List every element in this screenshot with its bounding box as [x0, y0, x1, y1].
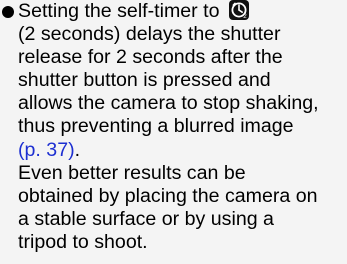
paragraph2-line4: tripod to shoot.: [18, 230, 148, 253]
paragraph1-line4: shutter button is pressed and: [18, 69, 271, 92]
paragraph1-line5: allows the camera to stop shaking,: [18, 92, 319, 115]
paragraph1-line6: thus preventing a blurred image: [18, 115, 294, 138]
bullet-icon: [2, 6, 14, 18]
page-link[interactable]: (p. 37): [18, 139, 75, 161]
paragraph2-line1: Even better results can be: [18, 161, 246, 184]
paragraph1-line1: Setting the self-timer to 2: [18, 0, 345, 23]
paragraph2-line2: obtained by placing the camera on: [18, 184, 318, 207]
paragraph1-line1-text: Setting the self-timer to: [18, 0, 220, 22]
svg-text:2: 2: [243, 13, 247, 20]
self-timer-icon: 2: [228, 0, 249, 20]
note-text: Setting the self-timer to 2 (2 seconds) …: [18, 0, 345, 254]
paragraph1-link-suffix: .: [74, 138, 81, 161]
paragraph1-line2: (2 seconds) delays the shutter: [18, 23, 281, 46]
paragraph1-link-line: (p. 37).: [18, 139, 345, 162]
paragraph1-line3: release for 2 seconds after the: [18, 46, 283, 69]
paragraph2-line3: a stable surface or by using a: [18, 207, 274, 230]
note-box: Setting the self-timer to 2 (2 seconds) …: [0, 0, 347, 264]
